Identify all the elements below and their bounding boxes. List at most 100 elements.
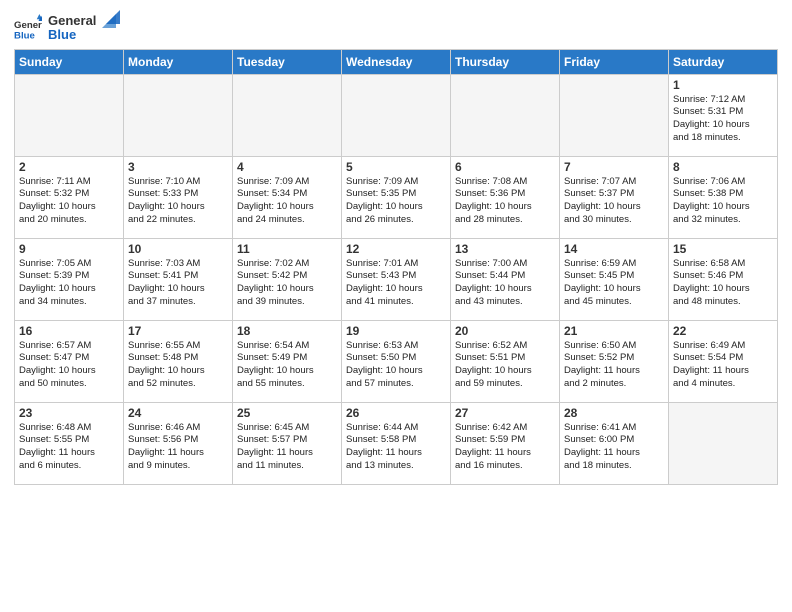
calendar-cell: 28Sunrise: 6:41 AM Sunset: 6:00 PM Dayli… — [560, 402, 669, 484]
day-number: 20 — [455, 324, 555, 338]
weekday-header-wednesday: Wednesday — [342, 49, 451, 74]
calendar-cell: 8 Sunrise: 7:06 AM Sunset: 5:38 PM Daylig… — [669, 156, 778, 238]
calendar-cell: 13 Sunrise: 7:00 AM Sunset: 5:44 PM Dayli… — [451, 238, 560, 320]
main-container: General Blue General Blue SundayMondayTu… — [0, 0, 792, 491]
calendar-cell: 24 Sunrise: 6:46 AM Sunset: 5:56 PM Dayli… — [124, 402, 233, 484]
day-number: 17 — [128, 324, 228, 338]
day-number: 7 — [564, 160, 664, 174]
calendar-cell — [560, 74, 669, 156]
calendar-cell: 6 Sunrise: 7:08 AM Sunset: 5:36 PM Daylig… — [451, 156, 560, 238]
day-info: Sunrise: 6:52 AM Sunset: 5:51 PM Dayligh… — [455, 340, 555, 391]
day-number: 24 — [128, 406, 228, 420]
calendar-cell: 25 Sunrise: 6:45 AM Sunset: 5:57 PM Dayli… — [233, 402, 342, 484]
day-number: 18 — [237, 324, 337, 338]
logo: General Blue General Blue — [14, 14, 120, 43]
day-info: Sunrise: 6:58 AM Sunset: 5:46 PM Dayligh… — [673, 258, 773, 309]
day-info: Sunrise: 7:11 AM Sunset: 5:32 PM Dayligh… — [19, 176, 119, 227]
day-info: Sunrise: 7:02 AM Sunset: 5:42 PM Dayligh… — [237, 258, 337, 309]
day-number: 27 — [455, 406, 555, 420]
day-number: 10 — [128, 242, 228, 256]
day-info: Sunrise: 7:05 AM Sunset: 5:39 PM Dayligh… — [19, 258, 119, 309]
day-info: Sunrise: 6:50 AM Sunset: 5:52 PM Dayligh… — [564, 340, 664, 391]
day-info: Sunrise: 6:48 AM Sunset: 5:55 PM Dayligh… — [19, 422, 119, 473]
logo-icon: General Blue — [14, 14, 42, 42]
calendar-week-4: 23 Sunrise: 6:48 AM Sunset: 5:55 PM Dayli… — [15, 402, 778, 484]
calendar-table: SundayMondayTuesdayWednesdayThursdayFrid… — [14, 49, 778, 485]
day-number: 8 — [673, 160, 773, 174]
calendar-cell: 22 Sunrise: 6:49 AM Sunset: 5:54 PM Dayli… — [669, 320, 778, 402]
weekday-header-monday: Monday — [124, 49, 233, 74]
day-number: 1 — [673, 78, 773, 92]
day-info: Sunrise: 7:12 AM Sunset: 5:31 PM Dayligh… — [673, 94, 773, 145]
weekday-header-thursday: Thursday — [451, 49, 560, 74]
day-number: 13 — [455, 242, 555, 256]
day-info: Sunrise: 7:09 AM Sunset: 5:35 PM Dayligh… — [346, 176, 446, 227]
calendar-week-2: 9 Sunrise: 7:05 AM Sunset: 5:39 PM Daylig… — [15, 238, 778, 320]
logo-text-general: General — [48, 14, 96, 28]
weekday-header-tuesday: Tuesday — [233, 49, 342, 74]
day-info: Sunrise: 6:49 AM Sunset: 5:54 PM Dayligh… — [673, 340, 773, 391]
day-info: Sunrise: 6:42 AM Sunset: 5:59 PM Dayligh… — [455, 422, 555, 473]
day-number: 9 — [19, 242, 119, 256]
calendar-cell — [233, 74, 342, 156]
day-number: 2 — [19, 160, 119, 174]
day-number: 25 — [237, 406, 337, 420]
day-info: Sunrise: 7:09 AM Sunset: 5:34 PM Dayligh… — [237, 176, 337, 227]
calendar-cell: 20 Sunrise: 6:52 AM Sunset: 5:51 PM Dayli… — [451, 320, 560, 402]
day-info: Sunrise: 6:46 AM Sunset: 5:56 PM Dayligh… — [128, 422, 228, 473]
calendar-week-3: 16Sunrise: 6:57 AM Sunset: 5:47 PM Dayli… — [15, 320, 778, 402]
day-number: 28 — [564, 406, 664, 420]
calendar-cell: 23 Sunrise: 6:48 AM Sunset: 5:55 PM Dayli… — [15, 402, 124, 484]
svg-text:Blue: Blue — [14, 31, 35, 42]
calendar-cell: 16Sunrise: 6:57 AM Sunset: 5:47 PM Dayli… — [15, 320, 124, 402]
logo-text-blue: Blue — [48, 28, 96, 42]
day-info: Sunrise: 7:00 AM Sunset: 5:44 PM Dayligh… — [455, 258, 555, 309]
calendar-cell: 15 Sunrise: 6:58 AM Sunset: 5:46 PM Dayli… — [669, 238, 778, 320]
day-info: Sunrise: 7:07 AM Sunset: 5:37 PM Dayligh… — [564, 176, 664, 227]
weekday-header-friday: Friday — [560, 49, 669, 74]
calendar-cell: 5 Sunrise: 7:09 AM Sunset: 5:35 PM Daylig… — [342, 156, 451, 238]
svg-text:General: General — [14, 20, 42, 31]
day-number: 23 — [19, 406, 119, 420]
calendar-cell — [342, 74, 451, 156]
day-info: Sunrise: 6:54 AM Sunset: 5:49 PM Dayligh… — [237, 340, 337, 391]
calendar-cell: 12Sunrise: 7:01 AM Sunset: 5:43 PM Dayli… — [342, 238, 451, 320]
day-info: Sunrise: 7:10 AM Sunset: 5:33 PM Dayligh… — [128, 176, 228, 227]
calendar-week-1: 2 Sunrise: 7:11 AM Sunset: 5:32 PM Daylig… — [15, 156, 778, 238]
calendar-cell — [451, 74, 560, 156]
calendar-cell — [124, 74, 233, 156]
day-number: 5 — [346, 160, 446, 174]
day-number: 16 — [19, 324, 119, 338]
calendar-cell: 26Sunrise: 6:44 AM Sunset: 5:58 PM Dayli… — [342, 402, 451, 484]
day-info: Sunrise: 7:08 AM Sunset: 5:36 PM Dayligh… — [455, 176, 555, 227]
calendar-cell — [15, 74, 124, 156]
day-info: Sunrise: 7:06 AM Sunset: 5:38 PM Dayligh… — [673, 176, 773, 227]
day-info: Sunrise: 6:59 AM Sunset: 5:45 PM Dayligh… — [564, 258, 664, 309]
day-info: Sunrise: 6:44 AM Sunset: 5:58 PM Dayligh… — [346, 422, 446, 473]
calendar-cell: 1 Sunrise: 7:12 AM Sunset: 5:31 PM Daylig… — [669, 74, 778, 156]
day-info: Sunrise: 6:45 AM Sunset: 5:57 PM Dayligh… — [237, 422, 337, 473]
day-info: Sunrise: 7:01 AM Sunset: 5:43 PM Dayligh… — [346, 258, 446, 309]
day-number: 21 — [564, 324, 664, 338]
calendar-cell: 21 Sunrise: 6:50 AM Sunset: 5:52 PM Dayli… — [560, 320, 669, 402]
weekday-header-row: SundayMondayTuesdayWednesdayThursdayFrid… — [15, 49, 778, 74]
calendar-cell: 2 Sunrise: 7:11 AM Sunset: 5:32 PM Daylig… — [15, 156, 124, 238]
calendar-cell: 27 Sunrise: 6:42 AM Sunset: 5:59 PM Dayli… — [451, 402, 560, 484]
day-number: 11 — [237, 242, 337, 256]
calendar-cell: 9 Sunrise: 7:05 AM Sunset: 5:39 PM Daylig… — [15, 238, 124, 320]
calendar-cell: 18 Sunrise: 6:54 AM Sunset: 5:49 PM Dayli… — [233, 320, 342, 402]
calendar-cell: 7 Sunrise: 7:07 AM Sunset: 5:37 PM Daylig… — [560, 156, 669, 238]
calendar-week-0: 1 Sunrise: 7:12 AM Sunset: 5:31 PM Daylig… — [15, 74, 778, 156]
day-info: Sunrise: 6:53 AM Sunset: 5:50 PM Dayligh… — [346, 340, 446, 391]
weekday-header-saturday: Saturday — [669, 49, 778, 74]
day-number: 4 — [237, 160, 337, 174]
day-number: 3 — [128, 160, 228, 174]
header: General Blue General Blue — [14, 10, 778, 43]
day-number: 15 — [673, 242, 773, 256]
weekday-header-sunday: Sunday — [15, 49, 124, 74]
day-number: 14 — [564, 242, 664, 256]
calendar-cell — [669, 402, 778, 484]
day-info: Sunrise: 6:55 AM Sunset: 5:48 PM Dayligh… — [128, 340, 228, 391]
day-number: 6 — [455, 160, 555, 174]
day-number: 22 — [673, 324, 773, 338]
